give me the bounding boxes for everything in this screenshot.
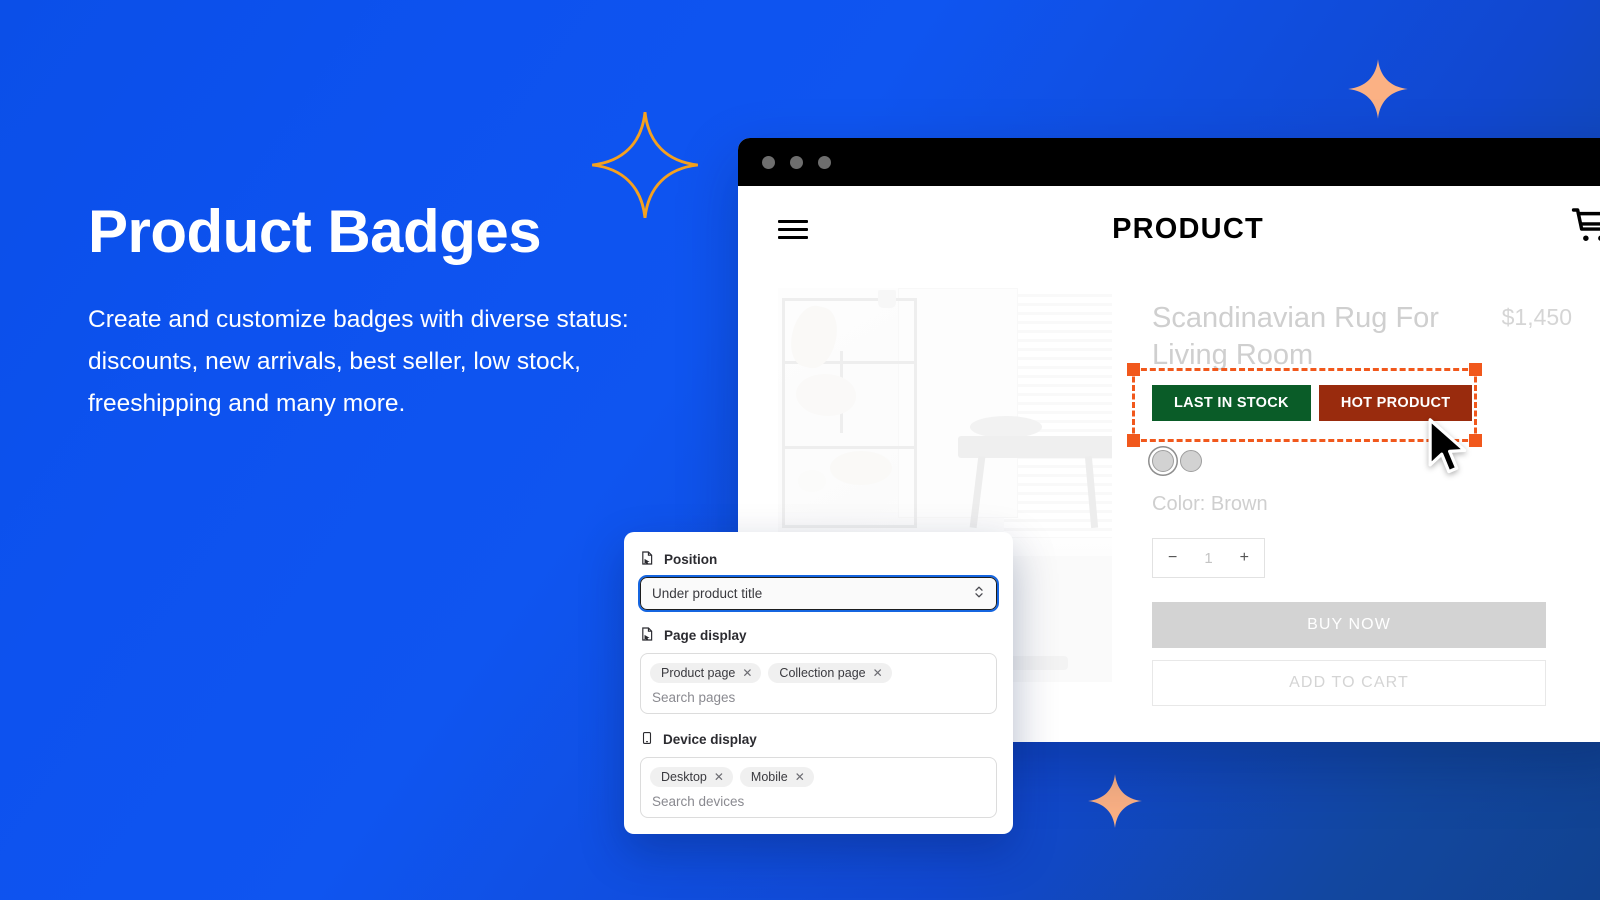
hero-subtitle: Create and customize badges with diverse… xyxy=(88,306,629,418)
device-display-label-text: Device display xyxy=(663,732,757,747)
token-mobile[interactable]: Mobile ✕ xyxy=(739,767,814,787)
resize-handle-bottom-left[interactable] xyxy=(1127,434,1140,447)
page-title: Product Badges xyxy=(88,198,542,265)
token-collection-page[interactable]: Collection page ✕ xyxy=(768,663,892,683)
color-swatch-list xyxy=(1152,450,1202,472)
store-header: PRODUCT xyxy=(738,186,1600,272)
mouse-cursor xyxy=(1428,418,1467,474)
color-swatch[interactable] xyxy=(1180,450,1202,472)
product-title: Scandinavian Rug For Living Room xyxy=(1152,302,1439,372)
search-pages-input[interactable]: Search pages xyxy=(650,688,987,705)
mobile-device-icon xyxy=(640,730,654,749)
remove-token-icon[interactable]: ✕ xyxy=(714,771,724,783)
page-display-tokens: Product page ✕ Collection page ✕ xyxy=(650,663,987,683)
device-display-field-label: Device display xyxy=(640,730,997,749)
remove-token-icon[interactable]: ✕ xyxy=(873,667,883,679)
token-desktop[interactable]: Desktop ✕ xyxy=(650,767,733,787)
token-label: Collection page xyxy=(779,666,866,680)
product-title-row: Scandinavian Rug For Living Room $1,450 xyxy=(1152,300,1572,374)
chevron-updown-icon xyxy=(973,584,985,603)
badge-last-in-stock[interactable]: LAST IN STOCK xyxy=(1152,385,1311,421)
sparkle-filled-icon xyxy=(1088,774,1142,828)
quantity-value: 1 xyxy=(1204,549,1213,567)
token-label: Desktop xyxy=(661,770,707,784)
hero-section: Product Badges Create and customize badg… xyxy=(88,200,688,425)
badge-settings-panel: Position Under product title Page displa… xyxy=(624,532,1013,834)
window-minimize-dot[interactable] xyxy=(790,155,803,169)
remove-token-icon[interactable]: ✕ xyxy=(742,667,752,679)
window-close-dot[interactable] xyxy=(762,155,775,169)
device-display-tokens: Desktop ✕ Mobile ✕ xyxy=(650,767,987,787)
browser-titlebar xyxy=(738,138,1600,186)
page-display-label-text: Page display xyxy=(664,628,747,643)
badge-list: LAST IN STOCK HOT PRODUCT xyxy=(1152,385,1473,421)
add-to-cart-button[interactable]: ADD TO CART xyxy=(1152,660,1546,706)
position-field-label: Position xyxy=(640,550,997,569)
token-label: Mobile xyxy=(750,770,788,784)
product-info-column: Scandinavian Rug For Living Room $1,450 … xyxy=(1127,288,1572,706)
selected-color-label: Color: Brown xyxy=(1152,493,1268,515)
color-swatch-selected[interactable] xyxy=(1152,450,1174,472)
page-cursor-icon xyxy=(640,550,655,569)
badge-hot-product[interactable]: HOT PRODUCT xyxy=(1318,385,1473,421)
shopping-cart-icon[interactable] xyxy=(1568,205,1600,254)
sparkle-filled-icon xyxy=(1348,59,1408,119)
quantity-increment-button[interactable]: + xyxy=(1240,549,1249,567)
position-select-value: Under product title xyxy=(652,586,763,601)
resize-handle-bottom-right[interactable] xyxy=(1469,434,1482,447)
resize-handle-top-right[interactable] xyxy=(1469,363,1482,376)
buy-now-button[interactable]: BUY NOW xyxy=(1152,602,1546,648)
page-cursor-icon xyxy=(640,626,655,645)
search-devices-input[interactable]: Search devices xyxy=(650,792,987,809)
quantity-decrement-button[interactable]: − xyxy=(1168,549,1177,567)
page-display-token-field[interactable]: Product page ✕ Collection page ✕ Search … xyxy=(640,653,997,714)
remove-token-icon[interactable]: ✕ xyxy=(795,771,805,783)
window-maximize-dot[interactable] xyxy=(818,155,831,169)
token-label: Product page xyxy=(661,666,736,680)
position-select[interactable]: Under product title xyxy=(638,575,999,612)
poster-canvas: Product Badges Create and customize badg… xyxy=(0,0,1600,900)
product-price: $1,450 xyxy=(1501,304,1572,330)
page-display-field-label: Page display xyxy=(640,626,997,645)
resize-handle-top-left[interactable] xyxy=(1127,363,1140,376)
store-logo: PRODUCT xyxy=(1112,212,1264,245)
device-display-token-field[interactable]: Desktop ✕ Mobile ✕ Search devices xyxy=(640,757,997,818)
position-label-text: Position xyxy=(664,552,718,567)
token-product-page[interactable]: Product page ✕ xyxy=(650,663,762,683)
quantity-stepper[interactable]: − 1 + xyxy=(1152,538,1265,578)
